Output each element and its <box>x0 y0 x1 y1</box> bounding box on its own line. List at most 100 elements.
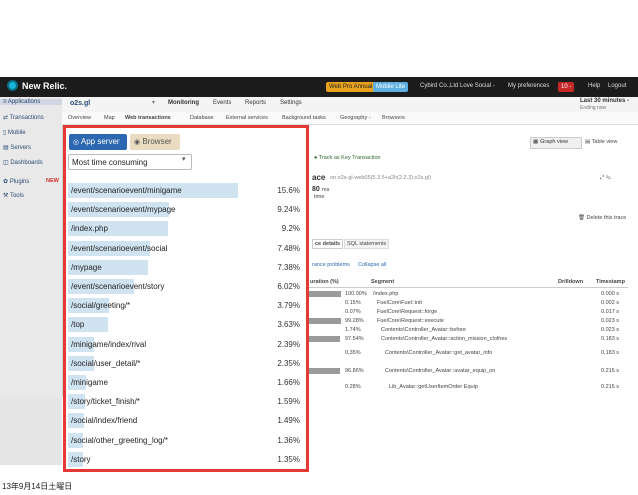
trace-segment[interactable]: Contents\Controller_Avatar::get_avatar_i… <box>385 350 523 356</box>
subtab-database[interactable]: Database <box>190 115 214 121</box>
trace-segment[interactable]: /index.php <box>373 291 523 297</box>
trace-segment[interactable]: Contents\Controller_Avatar::action_missi… <box>381 336 523 342</box>
account-menu[interactable]: Cybird Co.,Ltd Love Social - <box>420 83 495 89</box>
transaction-value: 1.59% <box>277 397 300 407</box>
mobile-badge: Mobile Lite <box>373 82 409 92</box>
tolerance-problems-link[interactable]: rance problems <box>312 262 350 268</box>
sidebar-item-applications[interactable]: ≡ Applications <box>0 99 62 105</box>
transaction-name: /story <box>71 454 91 464</box>
tab-app-server[interactable]: ◎ App server <box>69 134 127 150</box>
trace-timestamp: 0.215 s <box>601 368 620 374</box>
sidebar-item-servers[interactable]: ▤ Servers <box>3 144 31 151</box>
trace-row[interactable]: 0.35% Contents\Controller_Avatar::get_ava… <box>305 348 628 358</box>
app-logo[interactable]: New Relic. <box>22 81 67 91</box>
trace-duration-pct: 0.28% <box>345 384 361 390</box>
tab-browser[interactable]: ◉ Browser <box>130 134 180 150</box>
tab-monitoring[interactable]: Monitoring <box>168 100 199 106</box>
transaction-value: 1.36% <box>277 435 300 445</box>
chevron-down-icon[interactable]: ▾ <box>152 99 155 106</box>
transaction-row[interactable]: /minigame 1.66% <box>68 374 304 393</box>
tab-reports[interactable]: Reports <box>245 100 266 106</box>
transaction-row[interactable]: /story 1.35% <box>68 451 304 470</box>
sort-select[interactable]: Most time consuming <box>68 154 192 170</box>
transaction-name: /event/scenarioevent/story <box>71 282 165 291</box>
notification-count[interactable]: 10 - <box>558 82 575 92</box>
app-name[interactable]: o2s.gl <box>70 100 90 107</box>
subtab-browsers[interactable]: Browsers <box>382 115 405 121</box>
transaction-value: 3.63% <box>277 320 300 330</box>
trace-segment[interactable]: FuelCore\Request::execute <box>377 318 523 324</box>
transaction-row[interactable]: /social/user_detail/* 2.35% <box>68 355 304 374</box>
logout-link[interactable]: Logout <box>608 83 626 89</box>
track-key-transaction[interactable]: ● Track as Key Transaction <box>314 155 381 161</box>
subtab-geography[interactable]: Geography - <box>340 115 371 121</box>
delete-trace-link[interactable]: 🗑 Delete this trace <box>578 215 626 221</box>
trace-segment[interactable]: Contents\Controller_Avatar::before <box>381 327 523 333</box>
sidebar-item-tools[interactable]: ⚒ Tools <box>3 192 24 199</box>
sidebar-item-plugins[interactable]: ✿ Plugins <box>3 178 29 185</box>
trace-table-header: uration (%) Segment Drilldown Timestamp <box>305 278 628 288</box>
trace-duration-bar <box>305 336 341 342</box>
trace-row[interactable]: 0.28% Lib_Avatar::getUserItemOrder Equip 0… <box>305 382 628 392</box>
transaction-name: /minigame <box>71 378 108 387</box>
trace-row[interactable]: 97.54% Contents\Controller_Avatar::action… <box>305 334 628 344</box>
subtab-web-transactions[interactable]: Web transactions <box>125 115 171 121</box>
footer-date: 13年9月14日土曜日 <box>2 482 73 491</box>
table-view-button[interactable]: ▤ Table view <box>585 139 617 145</box>
trace-duration-pct: 97.54% <box>345 336 364 342</box>
trace-segment[interactable]: Lib_Avatar::getUserItemOrder Equip <box>389 384 523 390</box>
transaction-row[interactable]: /event/scenarioevent/social 7.48% <box>68 240 304 259</box>
preferences-link[interactable]: My preferences <box>508 83 549 89</box>
subtab-map[interactable]: Map <box>104 115 115 121</box>
transaction-row[interactable]: /top 3.63% <box>68 316 304 335</box>
transaction-row[interactable]: /minigame/index/rival 2.39% <box>68 336 304 355</box>
transaction-row[interactable]: /event/scenarioevent/story 6.02% <box>68 278 304 297</box>
tab-settings[interactable]: Settings <box>280 100 302 106</box>
sidebar-item-dashboards[interactable]: ◫ Dashboards <box>3 159 43 166</box>
subtab-background-tasks[interactable]: Background tasks <box>282 115 326 121</box>
trace-duration-pct: 0.35% <box>345 350 361 356</box>
transaction-name: /social/index/friend <box>71 416 138 426</box>
transaction-row[interactable]: /mypage 7.38% <box>68 259 304 278</box>
trace-title: ace <box>312 173 326 182</box>
expand-icon[interactable]: ⤢ ✎ <box>600 175 611 182</box>
transaction-name: /mypage <box>71 262 102 272</box>
transaction-name: /minigame/index/rival <box>71 339 147 349</box>
tab-sql-statements[interactable]: SQL statements <box>344 239 390 249</box>
trace-segment[interactable]: FuelCore\Request::forge <box>377 309 523 315</box>
transaction-name: /event/scenarioevent/minigame <box>71 186 182 195</box>
trace-timestamp: 0.002 s <box>601 300 620 306</box>
transaction-row[interactable]: /index.php 9.2% <box>68 220 304 239</box>
chevron-down-icon: ▾ <box>182 156 186 163</box>
tab-events[interactable]: Events <box>213 100 231 106</box>
trace-row[interactable]: 96.86% Contents\Controller_Avatar::avatar… <box>305 366 628 376</box>
subtab-overview[interactable]: Overview <box>68 115 91 121</box>
trace-timestamp: 0.023 s <box>601 318 620 324</box>
sidebar <box>0 97 63 397</box>
trace-duration-bar <box>305 368 340 374</box>
transaction-row[interactable]: /event/scenarioevent/minigame 15.6% <box>68 182 304 201</box>
help-link[interactable]: Help <box>588 83 600 89</box>
transaction-row[interactable]: /story/ticket_finish/* 1.59% <box>68 393 304 412</box>
transaction-row[interactable]: /social/other_greeting_log/* 1.36% <box>68 432 304 451</box>
app-server-icon: ◎ <box>73 139 80 146</box>
transaction-name: /social/user_detail/* <box>71 358 141 368</box>
trace-segment[interactable]: Contents\Controller_Avatar::avatar_equip… <box>385 368 523 374</box>
trace-subtitle: on o2s-gl-web05(5.3.5+a2h(2.2.3):o2s.gl) <box>330 175 432 181</box>
graph-view-button[interactable]: ▦ Graph view <box>530 137 582 149</box>
transaction-row[interactable]: /event/scenarioevent/mypage 9.24% <box>68 201 304 220</box>
trace-duration-bar <box>305 291 341 297</box>
trace-segment[interactable]: FuelCore\Fuel::init <box>377 300 523 306</box>
sidebar-item-transactions[interactable]: ⇄ Transactions <box>3 114 44 121</box>
trace-timestamp: 0.017 s <box>601 309 620 315</box>
transaction-row[interactable]: /social/index/friend 1.49% <box>68 412 304 431</box>
transaction-name: /social/greeting/* <box>71 301 131 311</box>
time-range-picker[interactable]: Last 30 minutes - <box>580 98 629 104</box>
transaction-value: 1.49% <box>277 416 300 426</box>
subtab-external-services[interactable]: External services <box>226 115 268 121</box>
transaction-row[interactable]: /social/greeting/* 3.79% <box>68 297 304 316</box>
tab-trace-details[interactable]: ce details <box>312 239 344 249</box>
sidebar-item-mobile[interactable]: ▯ Mobile <box>3 129 26 136</box>
new-relic-logo-icon <box>7 80 18 91</box>
collapse-all-link[interactable]: Collapse all <box>358 262 386 268</box>
